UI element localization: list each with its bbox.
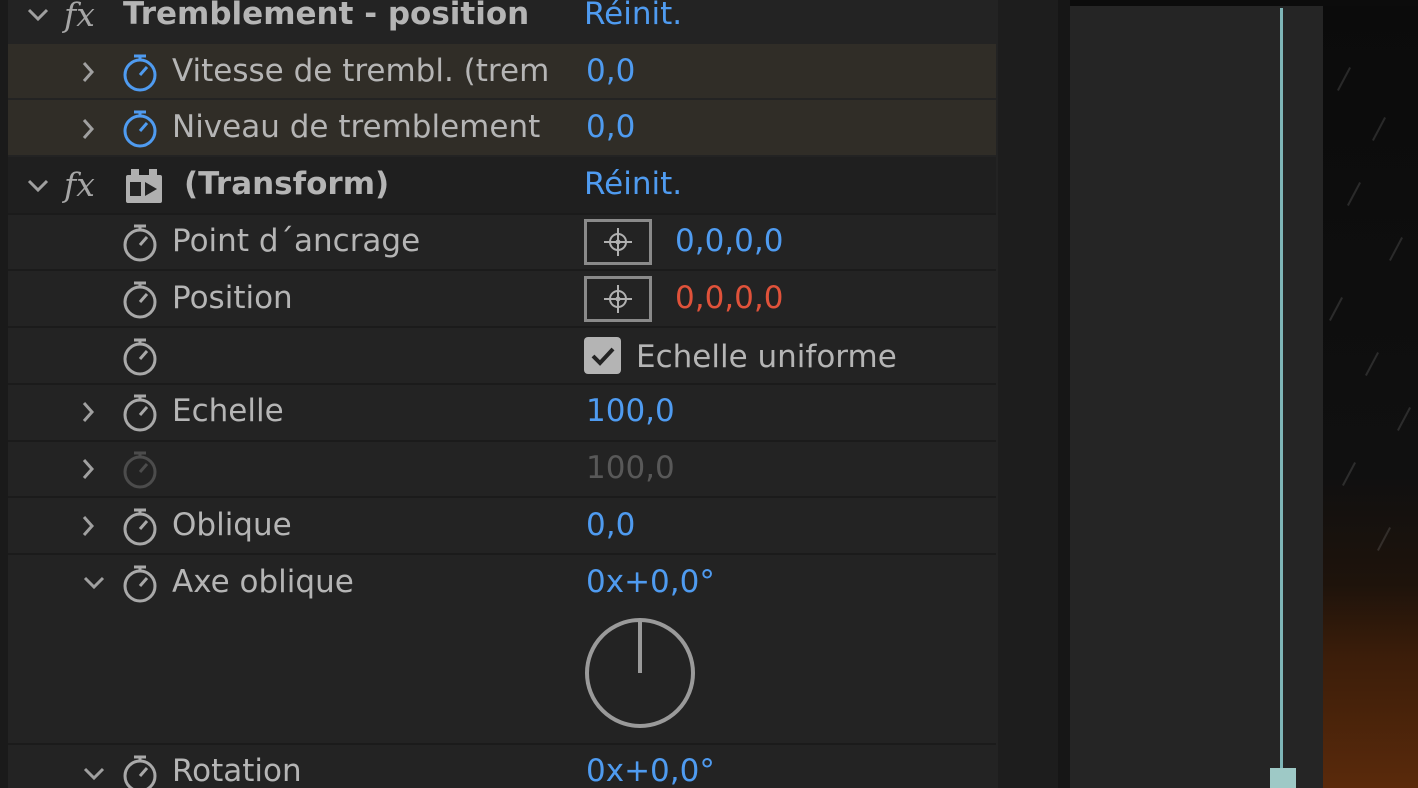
stopwatch-icon[interactable] — [120, 222, 160, 262]
rain-streak — [1337, 67, 1351, 91]
panel-divider[interactable] — [1058, 0, 1070, 788]
stopwatch-icon[interactable] — [120, 753, 160, 788]
panel-left-strip — [0, 0, 8, 788]
stopwatch-icon[interactable] — [120, 336, 160, 376]
row-divider — [8, 496, 996, 498]
playhead-line[interactable] — [1280, 8, 1283, 788]
chevron-down-icon — [83, 576, 105, 590]
stopwatch-icon[interactable] — [120, 279, 160, 319]
stopwatch-icon[interactable] — [120, 563, 160, 603]
chevron-down-icon — [27, 8, 49, 22]
property-value[interactable]: 100,0 — [586, 396, 675, 427]
effect-name: Tremblement - position — [123, 0, 530, 32]
angle-dial[interactable] — [582, 615, 698, 731]
property-label: Niveau de tremblement — [172, 109, 541, 145]
rain-streak — [1397, 407, 1411, 431]
uniform-scale-checkbox[interactable] — [584, 337, 621, 374]
row-divider — [8, 743, 996, 745]
property-value[interactable]: 0x+0,0° — [586, 567, 715, 598]
expand-property-toggle[interactable] — [74, 115, 102, 143]
property-value[interactable]: 0,0 — [586, 510, 635, 541]
property-label: Position — [172, 280, 293, 316]
row-divider — [8, 269, 996, 271]
property-label: Vitesse de trembl. (trem — [172, 53, 550, 89]
row-divider — [8, 440, 996, 442]
reset-link[interactable]: Réinit. — [584, 0, 682, 30]
chevron-right-icon — [82, 516, 95, 536]
rain-streak — [1377, 527, 1391, 551]
property-value[interactable]: 0,0 — [586, 112, 635, 143]
property-value-disabled: 100,0 — [586, 450, 675, 486]
property-value[interactable]: 0,0,0,0 — [675, 283, 783, 314]
plugin-badge-icon — [126, 169, 162, 203]
chevron-down-icon — [27, 179, 49, 193]
playhead-handle[interactable] — [1270, 768, 1296, 788]
row-divider — [8, 383, 996, 385]
chevron-right-icon — [82, 459, 95, 479]
effect-name: (Transform) — [184, 166, 390, 202]
expand-property-toggle[interactable] — [74, 398, 102, 426]
property-value[interactable]: 0x+0,0° — [586, 756, 715, 787]
property-value[interactable]: 0,0 — [586, 56, 635, 87]
chevron-right-icon — [82, 119, 95, 139]
effect-controls-panel: fx Tremblement - position Réinit. Vitess… — [0, 0, 998, 788]
property-label: Echelle — [172, 393, 284, 429]
check-icon — [591, 347, 614, 366]
rain-streak — [1342, 462, 1356, 486]
stopwatch-icon[interactable] — [120, 108, 160, 148]
chevron-right-icon — [82, 402, 95, 422]
row-divider — [8, 326, 996, 328]
chevron-right-icon — [82, 62, 95, 82]
stopwatch-icon[interactable] — [120, 52, 160, 92]
property-label: Axe oblique — [172, 564, 354, 600]
rain-streak — [1372, 117, 1386, 141]
crosshair-button[interactable] — [584, 276, 652, 322]
property-label: Oblique — [172, 507, 292, 543]
crosshair-button[interactable] — [584, 219, 652, 265]
fx-icon[interactable]: fx — [64, 0, 95, 31]
collapse-property-toggle[interactable] — [80, 760, 108, 788]
checkbox-label[interactable]: Echelle uniforme — [636, 342, 897, 373]
stopwatch-icon[interactable] — [120, 506, 160, 546]
panel-gap — [998, 0, 1058, 788]
expand-property-toggle[interactable] — [74, 455, 102, 483]
rain-streak — [1365, 352, 1379, 376]
expand-property-toggle[interactable] — [74, 512, 102, 540]
property-label: Point d´ancrage — [172, 223, 421, 259]
collapse-effect-toggle[interactable] — [24, 1, 52, 29]
property-value[interactable]: 0,0,0,0 — [675, 226, 783, 257]
stopwatch-icon[interactable] — [120, 392, 160, 432]
reset-link[interactable]: Réinit. — [584, 169, 682, 200]
crosshair-icon — [604, 285, 632, 313]
rain-streak — [1347, 182, 1361, 206]
rain-streak — [1389, 237, 1403, 261]
fx-icon[interactable]: fx — [64, 168, 95, 201]
composition-preview — [1323, 6, 1418, 788]
chevron-down-icon — [83, 767, 105, 781]
row-divider — [8, 553, 996, 555]
row-divider — [8, 213, 996, 215]
property-label: Rotation — [172, 753, 302, 788]
rain-streak — [1329, 297, 1343, 321]
expand-property-toggle[interactable] — [74, 58, 102, 86]
collapse-effect-toggle[interactable] — [24, 172, 52, 200]
crosshair-icon — [604, 228, 632, 256]
collapse-property-toggle[interactable] — [80, 569, 108, 597]
stopwatch-icon — [123, 451, 157, 489]
timeline-panel[interactable] — [1070, 0, 1418, 788]
